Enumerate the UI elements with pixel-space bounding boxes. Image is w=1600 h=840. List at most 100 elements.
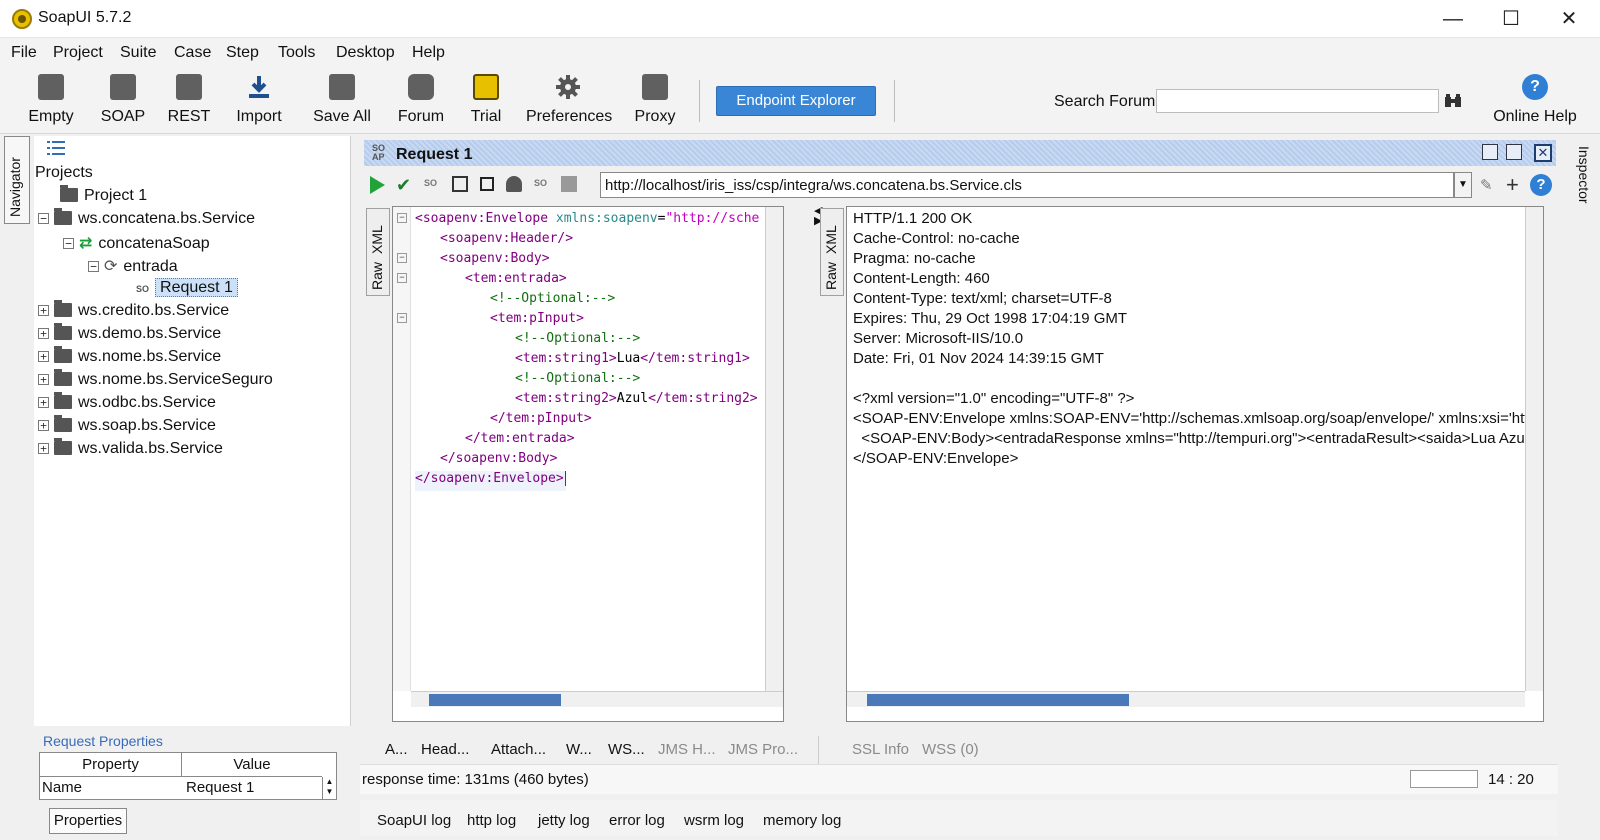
scroll-thumb[interactable] [429, 694, 561, 706]
tree-item-project[interactable]: + ws.nome.bs.Service [38, 346, 221, 370]
table-scrollbar[interactable]: ▲ ▼ [322, 777, 336, 799]
forum-button[interactable]: Forum [396, 72, 446, 132]
create-testcase-icon[interactable]: SO [424, 178, 437, 188]
format-icon[interactable] [452, 176, 468, 192]
inspector-tab[interactable]: Inspector [1568, 136, 1594, 236]
fold-icon[interactable]: − [397, 213, 407, 223]
tree-item-project[interactable]: + ws.soap.bs.Service [38, 415, 216, 439]
menu-help[interactable]: Help [412, 44, 445, 62]
tab-soapui-log[interactable]: SoapUI log [377, 812, 451, 829]
soap-version-icon[interactable]: SO [534, 178, 547, 188]
endpoint-explorer-button[interactable]: Endpoint Explorer [716, 86, 876, 116]
endpoint-url-input[interactable]: http://localhost/iris_iss/csp/integra/ws… [600, 172, 1454, 198]
trial-button[interactable]: Trial [464, 72, 508, 132]
expand-icon[interactable]: + [38, 305, 49, 316]
expand-icon[interactable]: + [38, 351, 49, 362]
tree-item-interface[interactable]: − ⇄ concatenaSoap [63, 233, 210, 255]
tab-raw[interactable]: Raw [369, 262, 385, 290]
request-vertical-scrollbar[interactable] [765, 207, 783, 691]
menu-tools[interactable]: Tools [278, 44, 315, 62]
tree-item-project[interactable]: + ws.demo.bs.Service [38, 323, 221, 347]
undock-icon[interactable] [1506, 144, 1522, 160]
soap-project-button[interactable]: SOAP [98, 72, 148, 132]
property-name-cell[interactable]: Name [42, 777, 82, 799]
tree-item-project[interactable]: Project 1 [60, 185, 147, 209]
tree-item-project[interactable]: − ws.concatena.bs.Service [38, 208, 255, 232]
preferences-button[interactable]: Preferences [526, 72, 612, 132]
tab-ssl-info[interactable]: SSL Info [852, 741, 909, 758]
fold-icon[interactable]: − [397, 253, 407, 263]
search-forum-input[interactable] [1156, 89, 1439, 113]
tab-view-icon[interactable] [480, 177, 494, 191]
fold-icon[interactable]: − [397, 273, 407, 283]
tab-auth[interactable]: A... [385, 741, 408, 758]
tab-ws-addressing[interactable]: W... [566, 741, 592, 758]
value-column-header[interactable]: Value [182, 753, 322, 777]
tab-attachments[interactable]: Attach... [491, 741, 546, 758]
tree-item-operation[interactable]: − ⟳ entrada [88, 256, 178, 278]
menu-desktop[interactable]: Desktop [336, 44, 395, 62]
request-xml-editor[interactable]: − − − − <soapenv:Envelope xmlns:soapenv=… [392, 206, 784, 722]
menu-file[interactable]: File [11, 44, 37, 62]
tab-jms-headers[interactable]: JMS H... [658, 741, 716, 758]
menu-case[interactable]: Case [174, 44, 211, 62]
menu-step[interactable]: Step [226, 44, 259, 62]
response-horizontal-scrollbar[interactable] [847, 691, 1525, 707]
binoculars-icon[interactable] [1444, 93, 1462, 109]
close-editor-icon[interactable]: ✕ [1534, 144, 1552, 162]
tree-item-project[interactable]: + ws.nome.bs.ServiceSeguro [38, 369, 273, 393]
fold-icon[interactable]: − [397, 313, 407, 323]
list-view-icon[interactable] [47, 141, 65, 155]
tab-xml[interactable]: XML [369, 225, 385, 254]
navigator-tab[interactable]: Navigator [4, 136, 30, 224]
maximize-button[interactable]: ☐ [1488, 6, 1534, 32]
tab-http-log[interactable]: http log [467, 812, 516, 829]
proxy-button[interactable]: Proxy [632, 72, 678, 132]
user-auth-icon[interactable] [506, 176, 522, 192]
tab-jms-properties[interactable]: JMS Pro... [728, 741, 798, 758]
dock-icon[interactable] [1482, 144, 1498, 160]
property-value-cell[interactable]: Request 1 [186, 777, 254, 799]
properties-button[interactable]: Properties [49, 808, 127, 834]
tree-item-project[interactable]: + ws.valida.bs.Service [38, 438, 223, 462]
expand-icon[interactable]: + [38, 420, 49, 431]
import-button[interactable]: Import [232, 72, 286, 132]
tree-item-project[interactable]: + ws.odbc.bs.Service [38, 392, 216, 416]
tab-error-log[interactable]: error log [609, 812, 665, 829]
tree-item-request[interactable]: SO Request 1 [136, 278, 238, 301]
tab-xml[interactable]: XML [823, 225, 839, 254]
expand-icon[interactable]: + [38, 374, 49, 385]
stop-icon[interactable] [561, 176, 577, 192]
collapse-icon[interactable]: − [88, 261, 99, 272]
add-assertion-icon[interactable]: ✔ [396, 175, 411, 196]
empty-project-button[interactable]: Empty [26, 72, 76, 132]
scroll-thumb[interactable] [867, 694, 1129, 706]
collapse-icon[interactable]: − [63, 238, 74, 249]
response-raw-editor[interactable]: HTTP/1.1 200 OK Cache-Control: no-cache Pr… [846, 206, 1544, 722]
add-endpoint-icon[interactable]: + [1506, 172, 1519, 198]
run-icon[interactable] [370, 176, 385, 194]
tab-jetty-log[interactable]: jetty log [538, 812, 590, 829]
help-icon[interactable]: ? [1530, 174, 1552, 196]
tab-wsrm-log[interactable]: wsrm log [684, 812, 744, 829]
tab-wss[interactable]: WSS (0) [922, 741, 979, 758]
close-button[interactable]: ✕ [1546, 6, 1592, 32]
tab-headers[interactable]: Head... [421, 741, 469, 758]
minimize-button[interactable]: — [1430, 6, 1476, 32]
online-help-button[interactable]: ? Online Help [1490, 72, 1580, 132]
tab-memory-log[interactable]: memory log [763, 812, 841, 829]
property-column-header[interactable]: Property [40, 753, 182, 777]
menu-suite[interactable]: Suite [120, 44, 156, 62]
tree-item-project[interactable]: + ws.credito.bs.Service [38, 300, 229, 324]
menu-project[interactable]: Project [53, 44, 103, 62]
edit-endpoint-icon[interactable]: ✎ [1480, 176, 1498, 194]
expand-icon[interactable]: + [38, 397, 49, 408]
expand-icon[interactable]: + [38, 328, 49, 339]
tab-ws-rm[interactable]: WS... [608, 741, 645, 758]
expand-icon[interactable]: + [38, 443, 49, 454]
rest-project-button[interactable]: REST [164, 72, 214, 132]
collapse-icon[interactable]: − [38, 213, 49, 224]
save-all-button[interactable]: Save All [310, 72, 374, 132]
response-vertical-scrollbar[interactable] [1525, 207, 1543, 691]
tab-raw[interactable]: Raw [823, 262, 839, 290]
